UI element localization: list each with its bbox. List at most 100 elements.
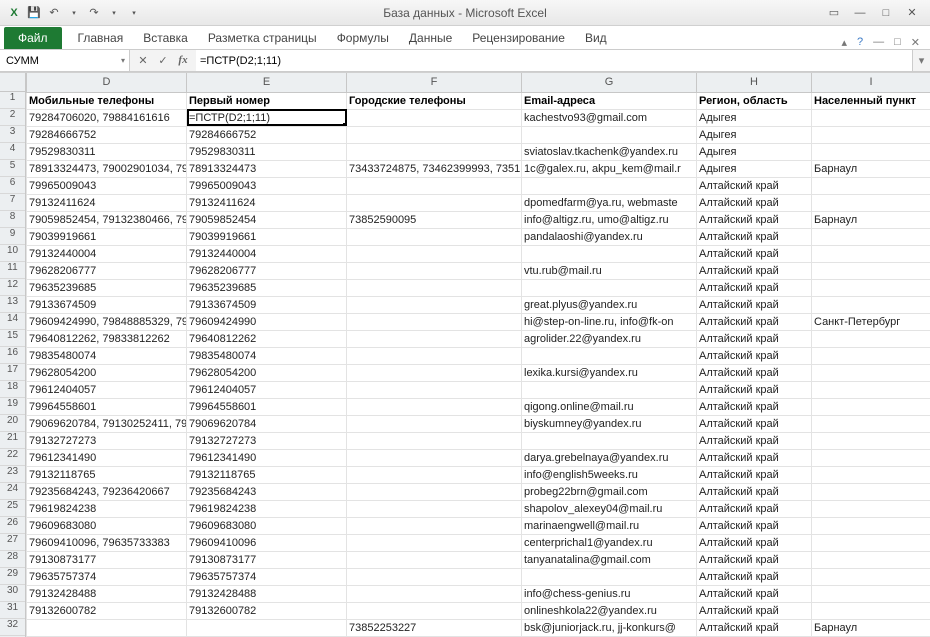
cell[interactable] (522, 347, 697, 364)
row-header[interactable]: 30 (0, 585, 25, 602)
cell[interactable] (347, 143, 522, 160)
redo-icon[interactable]: ↷ (86, 5, 102, 21)
cell[interactable]: 79609424990, 79848885329, 7987 (27, 313, 187, 330)
cell[interactable]: 79635757374 (187, 568, 347, 585)
ribbon-tab-layout[interactable]: Разметка страницы (198, 27, 327, 49)
cell[interactable]: 79132727273 (27, 432, 187, 449)
cell[interactable] (347, 126, 522, 143)
cell[interactable]: Алтайский край (697, 483, 812, 500)
maximize-icon[interactable]: □ (878, 5, 894, 21)
row-header[interactable]: 13 (0, 296, 25, 313)
cell[interactable]: Адыгея (697, 160, 812, 177)
row-header[interactable]: 11 (0, 262, 25, 279)
column-header-I[interactable]: I (812, 73, 930, 92)
cell[interactable]: biyskumney@yandex.ru (522, 415, 697, 432)
cell[interactable]: Барнаул (812, 619, 930, 636)
formula-cancel-icon[interactable]: ✕ (136, 54, 150, 67)
cell[interactable] (812, 568, 930, 585)
cell[interactable]: Алтайский край (697, 245, 812, 262)
cell[interactable]: 79235684243 (187, 483, 347, 500)
close-icon[interactable]: ✕ (904, 5, 920, 21)
redo-dropdown-icon[interactable]: ▾ (106, 5, 122, 21)
cell[interactable] (812, 432, 930, 449)
cell[interactable]: Алтайский край (697, 211, 812, 228)
cell[interactable]: agrolider.22@yandex.ru (522, 330, 697, 347)
cell[interactable]: 79609424990 (187, 313, 347, 330)
column-header-G[interactable]: G (522, 73, 697, 92)
doc-close-icon[interactable]: ✕ (911, 36, 920, 49)
column-header-D[interactable]: D (27, 73, 187, 92)
cell[interactable]: 79835480074 (27, 347, 187, 364)
row-header[interactable]: 32 (0, 619, 25, 636)
cell[interactable]: Алтайский край (697, 500, 812, 517)
cell[interactable]: bsk@juniorjack.ru, jj-konkurs@ (522, 619, 697, 636)
cell[interactable] (812, 364, 930, 381)
cell[interactable]: Алтайский край (697, 330, 812, 347)
row-header[interactable]: 28 (0, 551, 25, 568)
cell[interactable]: Алтайский край (697, 585, 812, 602)
cell[interactable] (522, 177, 697, 194)
cell[interactable] (812, 109, 930, 126)
cell[interactable]: 79132440004 (27, 245, 187, 262)
cell[interactable]: Алтайский край (697, 517, 812, 534)
formula-enter-icon[interactable]: ✓ (156, 54, 170, 67)
select-all-corner[interactable] (0, 73, 25, 92)
ribbon-tab-review[interactable]: Рецензирование (462, 27, 575, 49)
ribbon-minimize-icon[interactable]: ▴ (841, 36, 847, 49)
cell[interactable] (812, 398, 930, 415)
cell[interactable] (347, 313, 522, 330)
cell[interactable]: shapolov_alexey04@mail.ru (522, 500, 697, 517)
cell[interactable]: kachestvo93@gmail.com (522, 109, 697, 126)
cell[interactable]: Адыгея (697, 126, 812, 143)
cell[interactable]: 79529830311 (27, 143, 187, 160)
cell[interactable]: 79628054200 (27, 364, 187, 381)
cell[interactable]: great.plyus@yandex.ru (522, 296, 697, 313)
cell[interactable]: vtu.rub@mail.ru (522, 262, 697, 279)
row-header[interactable]: 15 (0, 330, 25, 347)
cell[interactable]: 79059852454, 79132380466, 7913 (27, 211, 187, 228)
row-header[interactable]: 1 (0, 92, 25, 109)
cell[interactable] (347, 245, 522, 262)
cell[interactable] (347, 449, 522, 466)
cell[interactable]: 79529830311 (187, 143, 347, 160)
cell[interactable]: 79965009043 (187, 177, 347, 194)
minimize-icon[interactable]: — (852, 5, 868, 21)
cell[interactable]: 79635239685 (187, 279, 347, 296)
row-header[interactable]: 31 (0, 602, 25, 619)
cell[interactable]: Алтайский край (697, 415, 812, 432)
cell[interactable] (347, 279, 522, 296)
row-header[interactable]: 8 (0, 211, 25, 228)
cell[interactable]: centerprichal1@yandex.ru (522, 534, 697, 551)
cell[interactable] (812, 245, 930, 262)
cell[interactable]: 79130873177 (187, 551, 347, 568)
cell[interactable] (347, 262, 522, 279)
worksheet[interactable]: 1234567891011121314151617181920212223242… (0, 72, 930, 637)
cell[interactable]: Алтайский край (697, 296, 812, 313)
cell[interactable] (812, 177, 930, 194)
row-header[interactable]: 12 (0, 279, 25, 296)
cell[interactable]: 79612341490 (187, 449, 347, 466)
qat-customize-icon[interactable]: ▾ (126, 5, 142, 21)
cell[interactable]: 79132411624 (187, 194, 347, 211)
cell[interactable]: dpomedfarm@ya.ru, webmaste (522, 194, 697, 211)
cell[interactable] (347, 364, 522, 381)
row-header[interactable]: 10 (0, 245, 25, 262)
cell[interactable] (347, 517, 522, 534)
header-cell[interactable]: Населенный пункт (812, 92, 930, 109)
cell[interactable] (812, 483, 930, 500)
row-header[interactable]: 21 (0, 432, 25, 449)
cell[interactable]: Алтайский край (697, 398, 812, 415)
cell[interactable] (347, 347, 522, 364)
cell[interactable]: 79132428488 (27, 585, 187, 602)
cell[interactable]: Барнаул (812, 211, 930, 228)
cell[interactable] (812, 500, 930, 517)
fx-icon[interactable]: fx (176, 54, 190, 67)
cell[interactable]: Алтайский край (697, 381, 812, 398)
name-box[interactable]: ▾ (0, 50, 130, 71)
header-cell[interactable]: Первый номер (187, 92, 347, 109)
help-icon[interactable]: ? (857, 36, 863, 49)
cell[interactable]: 79133674509 (187, 296, 347, 313)
cell[interactable] (812, 449, 930, 466)
cell[interactable]: qigong.online@mail.ru (522, 398, 697, 415)
cell[interactable]: Алтайский край (697, 313, 812, 330)
